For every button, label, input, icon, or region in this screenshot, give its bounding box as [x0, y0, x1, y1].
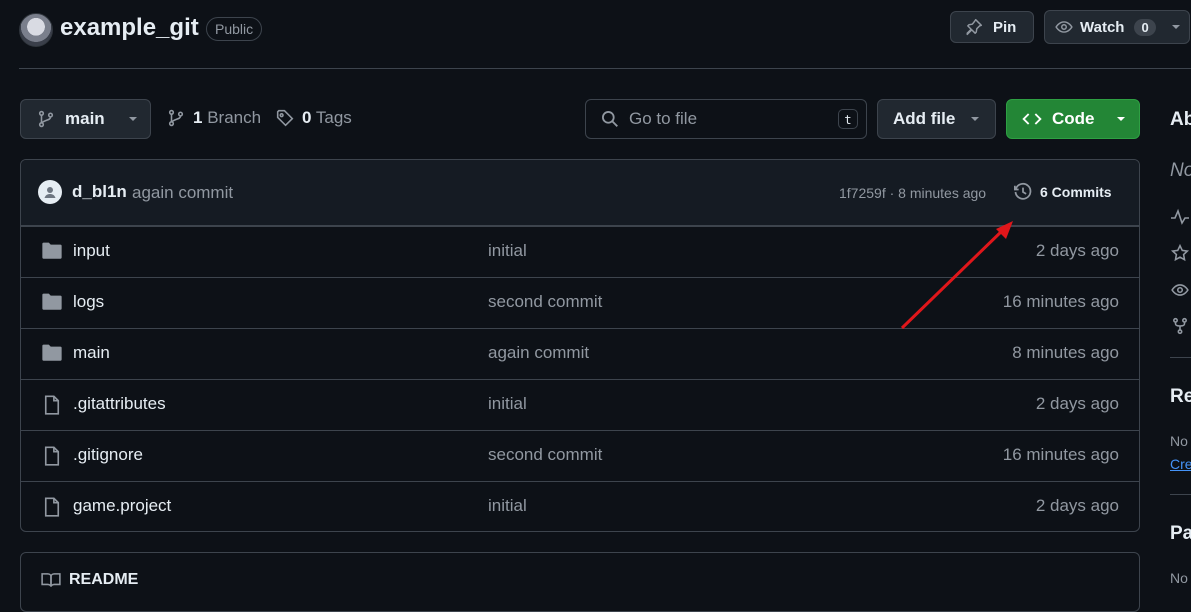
releases-heading[interactable]: Re — [1170, 386, 1191, 408]
tag-count: 0 — [302, 108, 312, 127]
file-commit-message[interactable]: initial — [488, 241, 527, 261]
tag-icon — [276, 109, 294, 127]
file-commit-time: 8 minutes ago — [1012, 343, 1119, 362]
file-name[interactable]: .gitattributes — [73, 394, 166, 414]
file-row[interactable]: main again commit 8 minutes ago — [21, 328, 1139, 379]
star-icon[interactable] — [1170, 244, 1190, 262]
sidebar-divider — [1170, 357, 1191, 358]
file-row[interactable]: .gitattributes initial 2 days ago — [21, 379, 1139, 430]
file-commit-message[interactable]: second commit — [488, 292, 602, 312]
pin-button[interactable]: Pin — [950, 11, 1034, 43]
fork-icon[interactable] — [1170, 317, 1190, 335]
file-commit-time: 2 days ago — [1035, 394, 1119, 413]
watch-button[interactable]: Watch 0 — [1044, 10, 1190, 44]
sidebar-divider — [1170, 494, 1191, 495]
file-commit-time: 2 days ago — [1035, 241, 1119, 260]
chevron-down-icon — [127, 113, 139, 125]
branch-label: Branch — [207, 108, 262, 127]
file-commit-message[interactable]: initial — [488, 496, 527, 516]
file-row[interactable]: input initial 2 days ago — [21, 226, 1139, 277]
file-row[interactable]: .gitignore second commit 16 minutes ago — [21, 430, 1139, 481]
file-table: d_bl1n again commit 1f7259f · 8 minutes … — [20, 159, 1140, 532]
chevron-down-icon — [1115, 113, 1127, 125]
file-commit-time: 2 days ago — [1035, 496, 1119, 515]
packages-heading[interactable]: Pa — [1170, 523, 1191, 545]
file-row[interactable]: game.project initial 2 days ago — [21, 481, 1139, 531]
releases-text: No — [1170, 433, 1188, 449]
branch-name: main — [65, 109, 105, 128]
file-row[interactable]: logs second commit 16 minutes ago — [21, 277, 1139, 328]
file-commit-message[interactable]: again commit — [488, 343, 589, 363]
file-commit-message[interactable]: initial — [488, 394, 527, 414]
add-file-button[interactable]: Add file — [877, 99, 996, 139]
file-icon — [41, 446, 63, 466]
chevron-down-icon[interactable] — [1170, 21, 1182, 33]
repo-name[interactable]: example_git — [60, 14, 199, 42]
folder-icon — [41, 293, 63, 311]
about-heading: Ab — [1170, 109, 1191, 130]
code-icon — [1022, 110, 1042, 128]
header-divider — [19, 68, 1191, 69]
create-release-link[interactable]: Cre — [1170, 456, 1191, 472]
search-icon — [601, 110, 619, 128]
eye-icon — [1055, 18, 1073, 36]
tag-label: Tags — [315, 108, 352, 127]
watch-count: 0 — [1134, 18, 1156, 36]
code-button[interactable]: Code — [1006, 99, 1140, 139]
file-icon — [41, 497, 63, 517]
history-icon — [1013, 182, 1033, 202]
readme-panel: README — [20, 552, 1140, 612]
commits-link[interactable]: 6 Commits — [1013, 182, 1112, 202]
folder-icon — [41, 344, 63, 362]
search-shortcut-key: t — [838, 109, 858, 129]
branch-selector[interactable]: main — [20, 99, 151, 139]
file-name[interactable]: input — [73, 241, 110, 261]
code-label: Code — [1052, 109, 1095, 128]
watch-label: Watch — [1080, 18, 1125, 36]
branches-link[interactable]: 1 Branch — [167, 108, 261, 128]
file-name[interactable]: .gitignore — [73, 445, 143, 465]
search-placeholder: Go to file — [629, 109, 698, 128]
activity-icon[interactable] — [1170, 208, 1190, 226]
pin-label: Pin — [993, 18, 1017, 36]
repo-owner-avatar[interactable] — [19, 13, 53, 47]
file-commit-message[interactable]: second commit — [488, 445, 602, 465]
readme-title[interactable]: README — [69, 571, 138, 589]
branch-icon — [167, 109, 185, 127]
commit-message[interactable]: again commit — [132, 183, 233, 203]
tags-link[interactable]: 0 Tags — [276, 108, 352, 128]
folder-icon — [41, 242, 63, 260]
go-to-file-search[interactable]: Go to file t — [585, 99, 867, 139]
file-icon — [41, 395, 63, 415]
about-description: No — [1170, 160, 1191, 181]
branch-count: 1 — [193, 108, 203, 127]
packages-text: No — [1170, 570, 1188, 586]
file-name[interactable]: main — [73, 343, 110, 363]
file-commit-time: 16 minutes ago — [1002, 292, 1119, 311]
commits-label: 6 Commits — [1040, 184, 1112, 200]
chevron-down-icon — [969, 113, 981, 125]
file-name[interactable]: logs — [73, 292, 104, 312]
branch-icon — [37, 110, 55, 128]
add-file-label: Add file — [893, 109, 956, 128]
pin-icon — [965, 18, 983, 36]
file-commit-time: 16 minutes ago — [1002, 445, 1119, 464]
eye-icon[interactable] — [1170, 281, 1190, 299]
commit-hash-time[interactable]: 1f7259f · 8 minutes ago — [839, 185, 986, 201]
file-name[interactable]: game.project — [73, 496, 171, 516]
commit-author[interactable]: d_bl1n — [72, 182, 127, 202]
book-icon — [41, 571, 61, 589]
visibility-badge: Public — [206, 17, 263, 41]
author-avatar[interactable] — [38, 180, 62, 204]
latest-commit-bar: d_bl1n again commit 1f7259f · 8 minutes … — [21, 160, 1139, 226]
